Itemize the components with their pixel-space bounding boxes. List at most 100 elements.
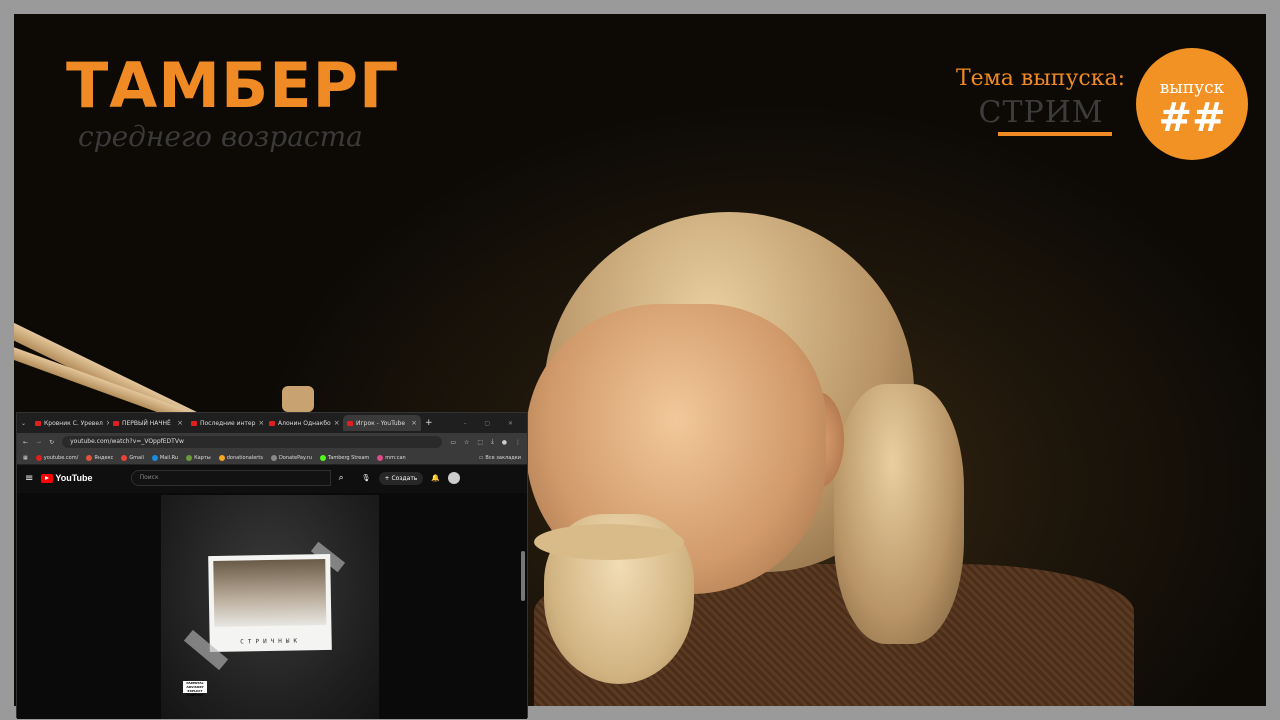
- bookmark-favicon-icon: [151, 454, 158, 461]
- bookmark-favicon-icon: [121, 454, 128, 461]
- youtube-logo-text: YouTube: [55, 473, 93, 483]
- back-icon[interactable]: ←: [23, 439, 28, 446]
- all-bookmarks-label: Все закладки: [485, 454, 521, 461]
- bookmarks-bar: ▦ youtube.com/ Яндекс Gmail Mail.Ru Карт…: [17, 451, 527, 465]
- tab-label: ПЕРВЫЙ НАЧНЁ: [122, 419, 171, 427]
- youtube-favicon-icon: [191, 420, 197, 426]
- bookmark[interactable]: DonatePay.ru: [270, 454, 313, 461]
- tab-label: Алонин Однакбо: [278, 419, 331, 427]
- bookmark[interactable]: Яндекс: [86, 454, 114, 461]
- ponytail: [834, 384, 964, 644]
- bookmark-label: Яндекс: [94, 454, 114, 461]
- topic-underline: [998, 132, 1112, 136]
- avatar[interactable]: [448, 472, 461, 484]
- cast-icon[interactable]: ▭: [450, 439, 456, 446]
- notifications-bell-icon[interactable]: 🔔: [431, 474, 440, 482]
- bookmark[interactable]: donationalerts: [218, 454, 263, 461]
- search-icon[interactable]: ⌕: [339, 473, 344, 483]
- url-field[interactable]: youtube.com/watch?v=_VOppfEDTVw: [62, 436, 443, 448]
- browser-tab[interactable]: Алонин Однакбо ×: [265, 415, 343, 431]
- cover-caption: СТРИЧНЫК: [240, 637, 302, 646]
- desk-lamp-joint: [282, 386, 314, 412]
- youtube-header: ≡ YouTube Поиск ⌕ 🎙 + Создать 🔔: [17, 465, 527, 491]
- close-tab-icon[interactable]: ×: [334, 419, 340, 427]
- episode-badge: выпуск ##: [1136, 48, 1248, 160]
- youtube-logo[interactable]: YouTube: [41, 473, 93, 483]
- sleeping-child-photo: [213, 559, 327, 627]
- brand-title: ТАМБЕРГ: [66, 49, 400, 122]
- youtube-favicon-icon: [269, 420, 275, 426]
- scrollbar[interactable]: [521, 551, 525, 601]
- window-controls[interactable]: – ▢ ✕: [463, 420, 521, 427]
- bookmark-label: Gmail: [129, 454, 144, 461]
- bookmark-label: donationalerts: [226, 454, 263, 461]
- bookmark-label: youtube.com/: [43, 454, 79, 461]
- mustache: [534, 524, 684, 560]
- bookmark-favicon-icon: [320, 454, 327, 461]
- reload-icon[interactable]: ↻: [49, 439, 54, 446]
- apps-icon[interactable]: ▦: [23, 455, 28, 461]
- tab-label: Кровник С. Уревел: [44, 419, 103, 427]
- youtube-favicon-icon: [35, 420, 41, 426]
- folder-icon: ▭: [478, 454, 484, 461]
- bookmark-favicon-icon: [86, 454, 93, 461]
- download-icon[interactable]: ⤓: [491, 438, 494, 446]
- bookmark-favicon-icon: [218, 454, 225, 461]
- brand-logo: ТАМБЕРГ среднего возраста: [66, 49, 400, 154]
- polaroid-photo: СТРИЧНЫК: [208, 553, 332, 653]
- topic-value: СТРИМ: [978, 95, 1104, 130]
- parental-advisory-label: PARENTAL ADVISORY EXPLICIT CONTENT: [183, 681, 207, 697]
- bookmark-label: Карты: [194, 454, 211, 461]
- badge-number: ##: [1158, 95, 1226, 141]
- tab-list-chevron-icon[interactable]: ⌄: [21, 420, 31, 427]
- brand-subtitle: среднего возраста: [78, 120, 363, 153]
- youtube-favicon-icon: [113, 420, 119, 426]
- bookmark-favicon-icon: [270, 454, 277, 461]
- bookmark-label: mm:can: [385, 454, 406, 461]
- episode-topic: Тема выпуска: СТРИМ: [956, 66, 1126, 136]
- video-player[interactable]: СТРИЧНЫК PARENTAL ADVISORY EXPLICIT CONT…: [17, 493, 527, 719]
- hamburger-menu-icon[interactable]: ≡: [25, 473, 33, 484]
- browser-tab[interactable]: Последние интер ×: [187, 415, 265, 431]
- extensions-icon[interactable]: ⬚: [477, 439, 483, 446]
- star-icon[interactable]: ☆: [464, 439, 469, 446]
- close-tab-icon[interactable]: ×: [258, 419, 264, 427]
- stream-screen: ТАМБЕРГ среднего возраста Тема выпуска: …: [0, 0, 1280, 720]
- bookmark[interactable]: mm:can: [377, 454, 406, 461]
- bookmark[interactable]: youtube.com/: [35, 454, 79, 461]
- bookmark-label: Mail.Ru: [159, 454, 179, 461]
- bookmark-label: Tamberg Stream: [328, 454, 370, 461]
- close-tab-icon[interactable]: ×: [177, 419, 183, 427]
- youtube-play-icon: [41, 473, 54, 483]
- address-bar-row: ← → ↻ youtube.com/watch?v=_VOppfEDTVw ▭ …: [17, 433, 527, 451]
- bookmark-label: DonatePay.ru: [278, 454, 313, 461]
- browser-window: ⌄ Кровник С. Уревел × ПЕРВЫЙ НАЧНЁ × После…: [16, 412, 528, 719]
- bookmark[interactable]: Карты: [186, 454, 211, 461]
- all-bookmarks[interactable]: ▭ Все закладки: [479, 455, 521, 461]
- menu-icon[interactable]: ⋮: [515, 439, 521, 446]
- create-button[interactable]: + Создать: [378, 471, 424, 485]
- bookmark-favicon-icon: [186, 454, 193, 461]
- bookmark[interactable]: Tamberg Stream: [320, 454, 370, 461]
- close-tab-icon[interactable]: ×: [411, 419, 417, 427]
- topic-label: Тема выпуска:: [956, 66, 1126, 91]
- bookmark-favicon-icon: [377, 454, 384, 461]
- browser-tab[interactable]: Кровник С. Уревел ×: [31, 415, 109, 431]
- tab-label: Последние интер: [200, 419, 256, 427]
- browser-tab-active[interactable]: Игрок - YouTube ×: [343, 415, 421, 431]
- create-button-label: Создать: [391, 474, 418, 482]
- album-cover: СТРИЧНЫК PARENTAL ADVISORY EXPLICIT CONT…: [161, 495, 379, 719]
- youtube-favicon-icon: [347, 420, 353, 426]
- bookmark-favicon-icon: [35, 454, 42, 461]
- forward-icon[interactable]: →: [36, 439, 41, 446]
- microphone-icon[interactable]: 🎙: [362, 474, 371, 482]
- streamer: [524, 204, 1144, 706]
- youtube-search-input[interactable]: Поиск: [130, 470, 331, 486]
- tab-label: Игрок - YouTube: [356, 419, 406, 427]
- new-tab-icon[interactable]: +: [425, 418, 433, 428]
- bookmark[interactable]: Gmail: [121, 454, 144, 461]
- profile-icon[interactable]: ●: [502, 439, 507, 446]
- bookmark[interactable]: Mail.Ru: [151, 454, 179, 461]
- tab-bar: ⌄ Кровник С. Уревел × ПЕРВЫЙ НАЧНЁ × После…: [17, 413, 527, 433]
- browser-tab[interactable]: ПЕРВЫЙ НАЧНЁ ×: [109, 415, 187, 431]
